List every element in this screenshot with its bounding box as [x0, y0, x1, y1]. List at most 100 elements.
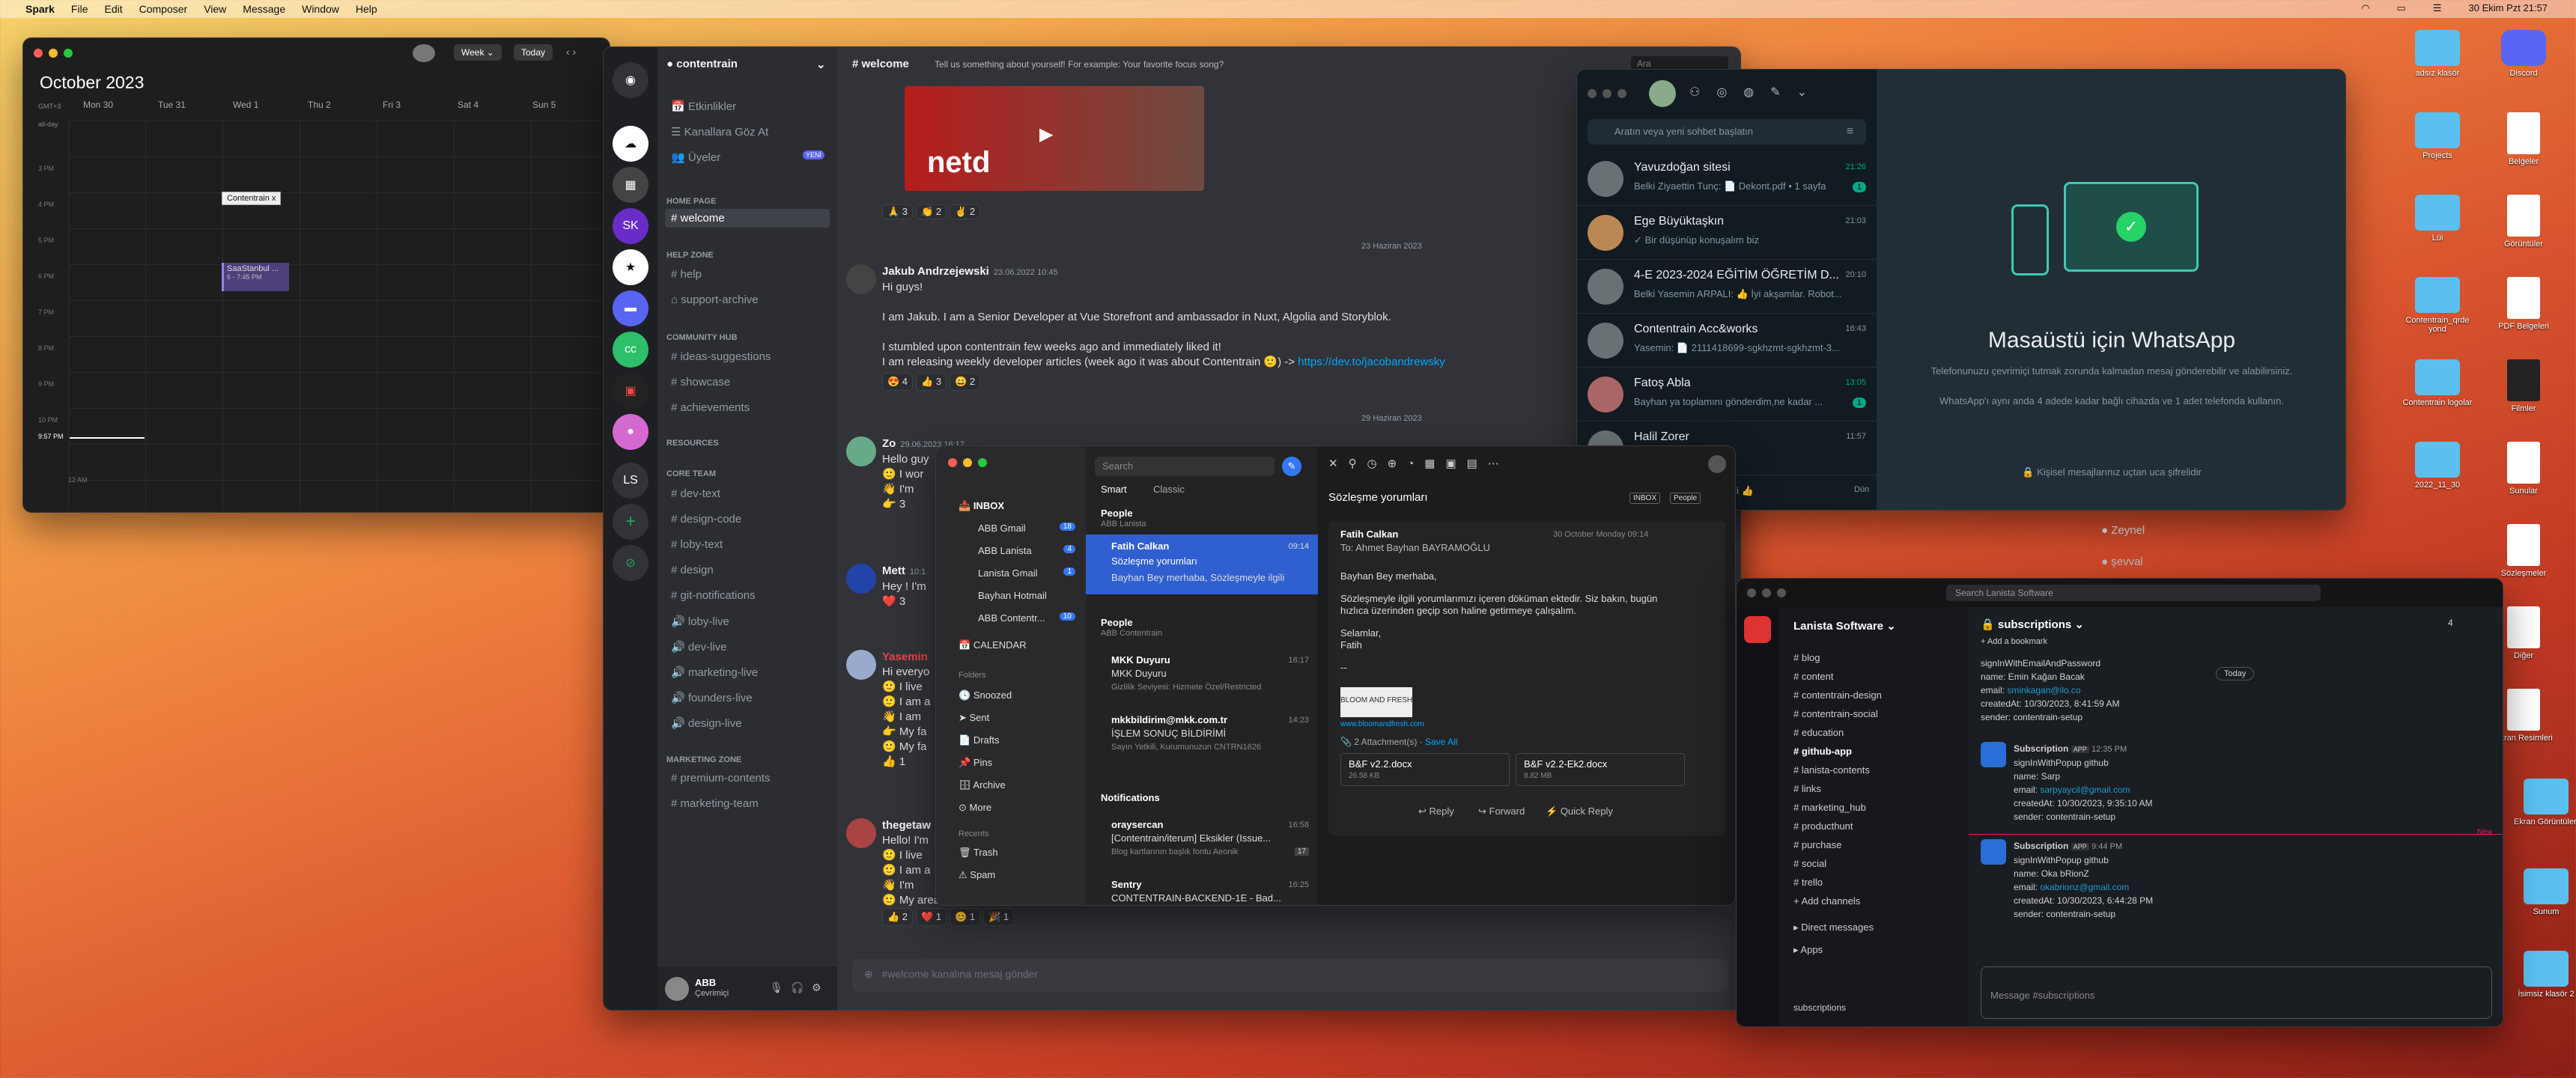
minimize-button[interactable] — [1762, 588, 1771, 597]
mic-icon[interactable]: 🎙 — [770, 981, 783, 994]
chat-item[interactable]: 4-E 2023-2024 EĞİTİM ÖĞRETİM D... Belki Y… — [1577, 260, 1877, 314]
server-icon[interactable]: SK — [613, 208, 648, 244]
channel-item[interactable]: # blog — [1793, 652, 1820, 663]
calendar-item[interactable]: 📅 CALENDAR — [959, 639, 1027, 651]
search-input[interactable]: Aratın veya yeni sohbet başlatın — [1588, 119, 1866, 144]
member-item[interactable]: ● Zeynel — [2101, 524, 2145, 537]
desktop-app[interactable]: Discord — [2482, 30, 2565, 78]
channel-ideas[interactable]: # ideas-suggestions — [671, 350, 771, 363]
account-item[interactable]: ABB Gmail 18 — [978, 523, 1075, 534]
channel-item[interactable]: # marketing-team — [671, 797, 759, 810]
day-header[interactable]: Sun 5 — [532, 100, 607, 110]
channel-item[interactable]: # contentrain-social — [1793, 708, 1878, 719]
folder-item[interactable]: 🕓 Snoozed — [959, 689, 1012, 701]
compose-icon[interactable]: ✎ — [1282, 457, 1301, 476]
channel-item[interactable]: 🔊 marketing-live — [671, 666, 758, 679]
category-home[interactable]: HOME PAGE — [666, 197, 716, 206]
desktop-file[interactable]: Sözleşmeler — [2482, 524, 2565, 578]
channel-item[interactable]: 🔊 founders-live — [671, 691, 753, 704]
category-help[interactable]: HELP ZONE — [666, 251, 714, 260]
channel-item[interactable]: # trello — [1793, 877, 1823, 888]
account-item[interactable]: Lanista Gmail 1 — [978, 567, 1075, 579]
channel-item[interactable]: # contentrain-design — [1793, 689, 1882, 701]
filter-icon[interactable]: ≡ — [1847, 125, 1853, 138]
menu-edit[interactable]: Edit — [104, 3, 122, 15]
mail-item[interactable]: MKK Duyuru 16:17 MKK Duyuru Gizlilik Sev… — [1086, 648, 1318, 708]
minimize-button[interactable] — [1603, 89, 1611, 98]
chat-item[interactable]: Ege Büyüktaşkın ✓ Bir düşünüp konuşalım b… — [1577, 206, 1877, 260]
server-ls[interactable]: LS — [613, 463, 648, 499]
desktop-file[interactable]: Sunular — [2482, 442, 2565, 496]
browse-channels-item[interactable]: ☰ Kanallara Göz At — [671, 125, 768, 138]
event-chip[interactable]: Contentrain x — [222, 192, 282, 205]
channel-item[interactable]: # producthunt — [1793, 820, 1853, 832]
apps-section[interactable]: ▸ Apps — [1793, 944, 1823, 956]
avatar[interactable] — [1708, 455, 1726, 473]
channel-welcome[interactable]: # welcome — [665, 209, 830, 228]
channel-showcase[interactable]: # showcase — [671, 376, 730, 389]
category-marketing[interactable]: MARKETING ZONE — [666, 755, 741, 764]
channel-item[interactable]: # links — [1793, 783, 1821, 794]
member-item[interactable]: ● şevval — [2101, 555, 2143, 568]
dm-section[interactable]: ▸ Direct messages — [1793, 922, 1874, 934]
date-divider[interactable]: Today — [2216, 667, 2255, 680]
folder-item[interactable]: 📄 Drafts — [959, 734, 999, 746]
menu-composer[interactable]: Composer — [139, 3, 188, 15]
avatar[interactable] — [665, 977, 689, 1001]
server-icon[interactable]: ▣ — [613, 373, 648, 409]
workspace-icon[interactable] — [1744, 616, 1771, 643]
avatar[interactable] — [1649, 80, 1676, 107]
close-button[interactable] — [34, 49, 43, 58]
channel-support-archive[interactable]: ⌂ support-archive — [671, 293, 759, 306]
channel-item[interactable]: # purchase — [1793, 839, 1841, 850]
menu-help[interactable]: Help — [356, 3, 377, 15]
attachment-item[interactable]: B&F v2.2-Ek2.docx 8.82 MB — [1516, 753, 1685, 786]
category-core[interactable]: CORE TEAM — [666, 469, 716, 478]
avatar[interactable] — [846, 264, 876, 294]
account-item[interactable]: ABB Contentr... 10 — [978, 612, 1075, 624]
channel-item[interactable]: # dev-text — [671, 487, 720, 500]
server-icon[interactable]: cc — [613, 332, 648, 368]
menu-message[interactable]: Message — [243, 3, 285, 15]
channel-item[interactable]: 🔊 design-live — [671, 716, 742, 730]
account-item[interactable]: Bayhan Hotmail — [978, 590, 1047, 601]
add-bookmark[interactable]: + Add a bookmark — [1981, 637, 2047, 646]
desktop-folder[interactable]: Contentrain_qrde yond — [2396, 277, 2479, 334]
toolbar-icons[interactable]: ⚇◎◍✎⌄ — [1689, 85, 1823, 100]
message-link[interactable]: https://dev.to/jacobandrewsky — [1298, 356, 1445, 368]
channel-item[interactable]: # education — [1793, 727, 1844, 738]
category-resources[interactable]: RESOURCES — [666, 439, 719, 448]
inbox-item[interactable]: 📥 INBOX — [959, 500, 1004, 512]
play-icon[interactable]: ▶ — [1039, 124, 1053, 145]
folder-item[interactable]: 🗄 Archive — [959, 779, 1006, 791]
workspace-name[interactable]: Lanista Software ⌄ — [1793, 619, 1896, 633]
channel-item[interactable]: 🔊 dev-live — [671, 640, 727, 654]
channel-item[interactable]: 🔊 loby-live — [671, 615, 729, 628]
channel-help[interactable]: # help — [671, 268, 702, 281]
menu-clock[interactable]: 30 Ekim Pzt 21:57 — [2469, 2, 2548, 14]
avatar[interactable] — [846, 564, 876, 594]
server-icon[interactable]: ★ — [613, 249, 648, 285]
video-embed[interactable]: netd ▶ — [905, 86, 1204, 191]
desktop-folder[interactable]: Projects — [2396, 112, 2479, 160]
save-all-link[interactable]: Save All — [1425, 737, 1457, 747]
close-button[interactable] — [1588, 89, 1597, 98]
channel-item[interactable]: # social — [1793, 858, 1826, 869]
channel-item[interactable]: # premium-contents — [671, 772, 771, 785]
battery-icon[interactable]: ▭ — [2397, 2, 2406, 14]
avatar[interactable] — [846, 436, 876, 466]
today-button[interactable]: Today — [514, 44, 553, 61]
minimize-button[interactable] — [49, 49, 58, 58]
server-name[interactable]: ● contentrain ⌄ — [666, 58, 826, 71]
server-icon[interactable]: ☁ — [613, 126, 648, 162]
attachment-item[interactable]: B&F v2.2.docx 26.58 KB — [1340, 753, 1510, 786]
zoom-button[interactable] — [1777, 588, 1786, 597]
channel-item[interactable]: # design-code — [671, 513, 741, 526]
desktop-folder[interactable]: Sunum — [2505, 868, 2576, 916]
avatar[interactable] — [846, 818, 876, 848]
prev-next-icons[interactable]: ‹ › — [566, 46, 576, 58]
signature-link[interactable]: www.bloomandfresh.com — [1340, 720, 1424, 728]
desktop-folder[interactable]: adsız klasör — [2396, 30, 2479, 78]
add-channels-button[interactable]: + Add channels — [1793, 895, 1860, 907]
settings-icon[interactable]: ⚙ — [812, 981, 821, 994]
